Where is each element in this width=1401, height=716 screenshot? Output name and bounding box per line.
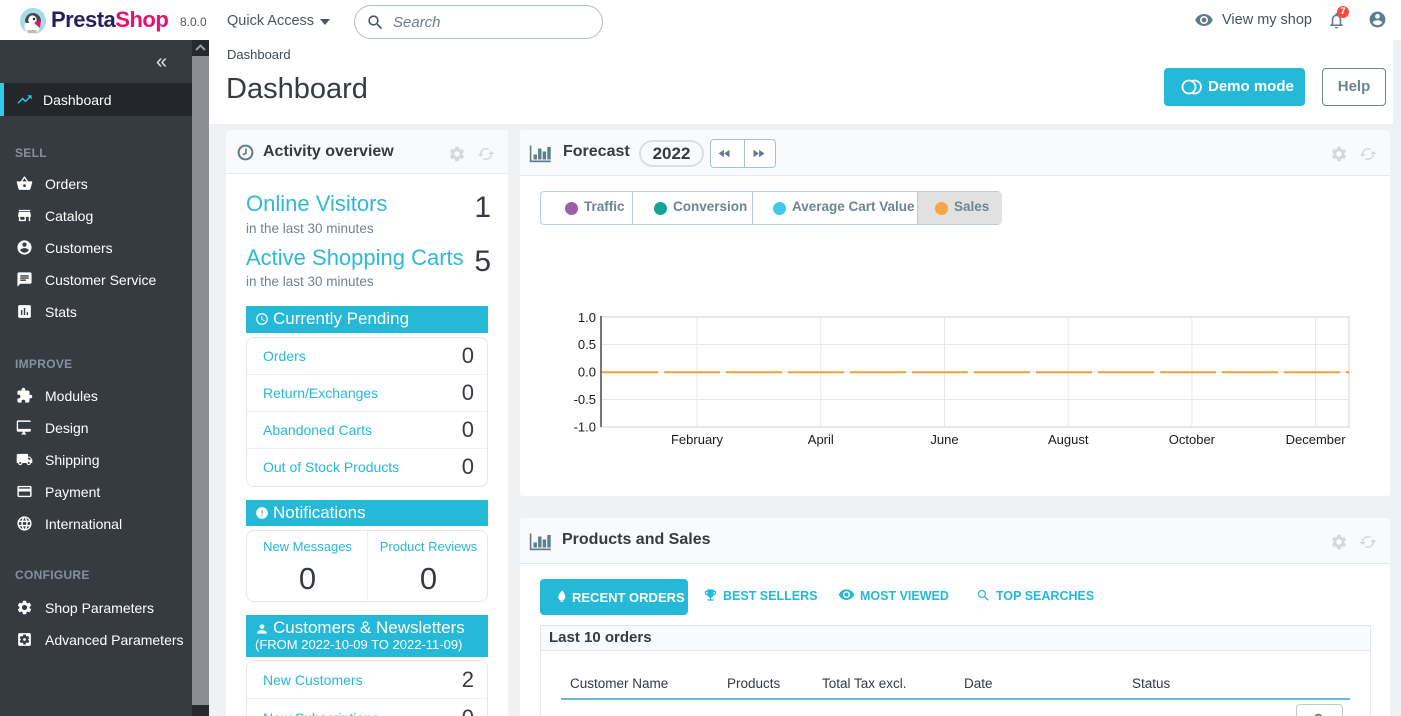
svg-text:-1.0: -1.0 (574, 420, 596, 435)
svg-text:-0.5: -0.5 (574, 392, 596, 407)
svg-text:April: April (808, 432, 834, 447)
svg-text:August: August (1048, 432, 1089, 447)
svg-text:October: October (1169, 432, 1216, 447)
svg-text:1.0: 1.0 (578, 310, 596, 325)
svg-text:June: June (930, 432, 958, 447)
svg-text:February: February (671, 432, 724, 447)
svg-text:December: December (1286, 432, 1347, 447)
svg-text:0.0: 0.0 (578, 365, 596, 380)
svg-text:0.5: 0.5 (578, 337, 596, 352)
